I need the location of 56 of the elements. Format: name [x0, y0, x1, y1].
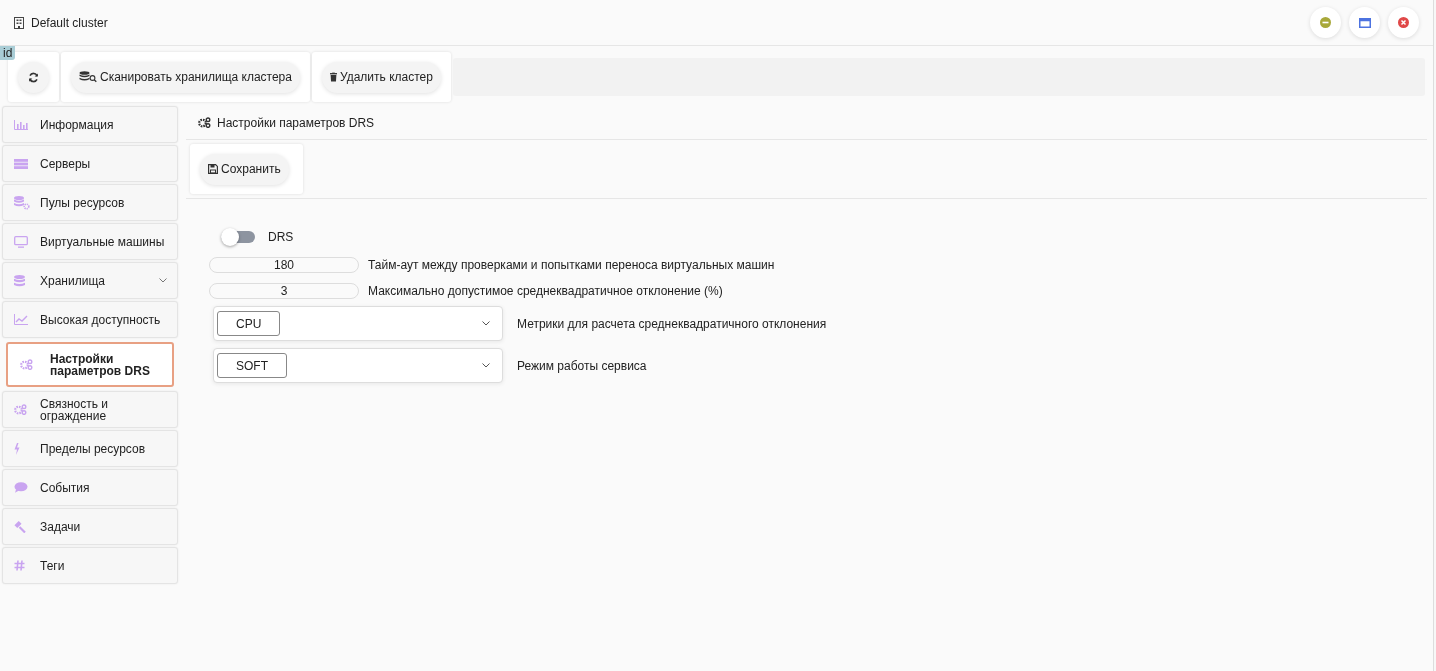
scan-button[interactable]: Сканировать хранилища кластера — [71, 61, 300, 93]
drs-toggle[interactable] — [221, 228, 257, 246]
save-button[interactable]: Сохранить — [200, 153, 289, 185]
number-field[interactable]: 180 — [209, 257, 359, 273]
field-label: Режим работы сервиса — [517, 357, 647, 375]
sidebar-item[interactable]: Настройки параметров DRS — [6, 342, 174, 387]
gears-icon — [198, 117, 211, 128]
minimize-button[interactable] — [1310, 7, 1341, 38]
database-gear-icon — [14, 195, 30, 210]
speech-bubble-icon — [14, 482, 28, 493]
database-icon — [14, 274, 25, 287]
sidebar-item[interactable]: Серверы — [2, 145, 178, 182]
section-title: Настройки параметров DRS — [217, 114, 375, 132]
building-icon — [14, 16, 24, 29]
sidebar-item[interactable]: Задачи — [2, 508, 178, 545]
sidebar-item[interactable]: Пределы ресурсов — [2, 430, 178, 467]
monitor-icon — [14, 235, 28, 248]
sidebar-item[interactable]: Высокая доступность — [2, 301, 178, 338]
refresh-button[interactable] — [18, 61, 49, 93]
sidebar-item[interactable]: События — [2, 469, 178, 506]
bolt-icon — [14, 442, 20, 455]
chevron-down-icon — [482, 321, 490, 326]
window-title: Default cluster — [31, 14, 108, 32]
close-icon — [1398, 17, 1409, 28]
field-label: Тайм-аут между проверками и попытками переноса виртуальных машин — [368, 257, 775, 274]
delete-button[interactable]: Удалить кластер — [322, 61, 441, 93]
sidebar-item[interactable]: Хранилища — [2, 262, 178, 299]
sidebar-item[interactable]: Связность и ограждение — [2, 391, 178, 428]
field-label: Максимально допустимое среднеквадратичное отклонение (%) — [368, 283, 723, 300]
hash-icon — [14, 560, 25, 571]
gears-icon — [20, 359, 33, 370]
select-field[interactable]: CPU — [213, 306, 503, 341]
number-field[interactable]: 3 — [209, 283, 359, 299]
toggle-label: DRS — [268, 229, 294, 246]
id-badge: id — [0, 46, 16, 60]
floppy-icon — [208, 164, 218, 174]
sidebar-item[interactable]: Пулы ресурсов — [2, 184, 178, 221]
line-chart-icon — [14, 314, 28, 325]
sidebar-item[interactable]: Информация — [2, 106, 178, 143]
close-button[interactable] — [1388, 7, 1419, 38]
field-label: Метрики для расчета среднеквадратичного отклонения — [517, 315, 827, 333]
refresh-icon — [28, 71, 39, 83]
select-field[interactable]: SOFT — [213, 348, 503, 383]
hammer-icon — [14, 520, 26, 533]
minus-circle-icon — [1320, 17, 1331, 28]
database-search-icon — [79, 71, 97, 83]
gears-icon — [14, 404, 27, 415]
window-icon — [1358, 17, 1371, 28]
sidebar-item[interactable]: Виртуальные машины — [2, 223, 178, 260]
trash-icon — [330, 72, 337, 82]
chart-icon — [14, 119, 28, 130]
chevron-down-icon — [159, 278, 167, 283]
chevron-down-icon — [482, 363, 490, 368]
server-icon — [14, 158, 28, 169]
maximize-button[interactable] — [1349, 7, 1380, 38]
sidebar-item[interactable]: Теги — [2, 547, 178, 584]
